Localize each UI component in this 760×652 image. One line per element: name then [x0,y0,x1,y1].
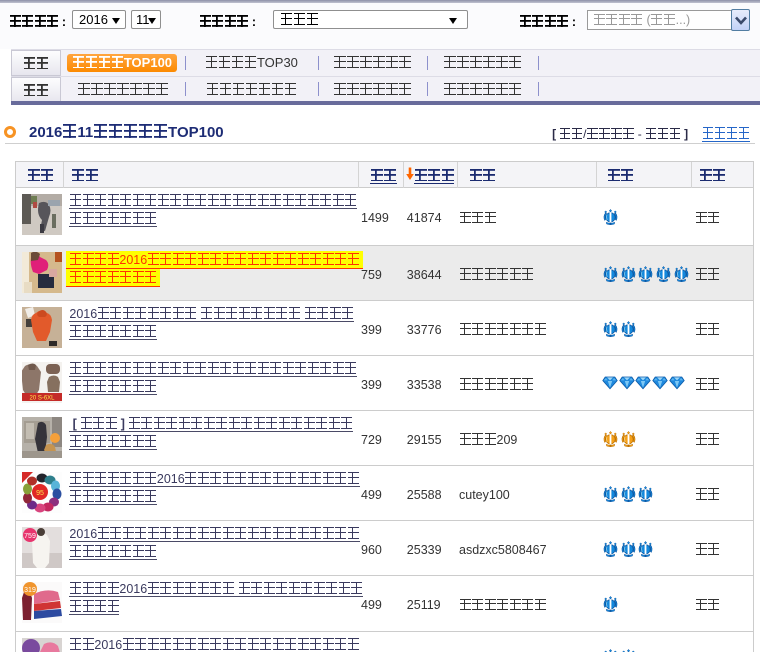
svg-text:95: 95 [36,490,44,497]
svg-text:20 S-6XL: 20 S-6XL [29,395,55,401]
svg-text:759: 759 [24,533,36,540]
svg-text:319: 319 [24,587,36,594]
